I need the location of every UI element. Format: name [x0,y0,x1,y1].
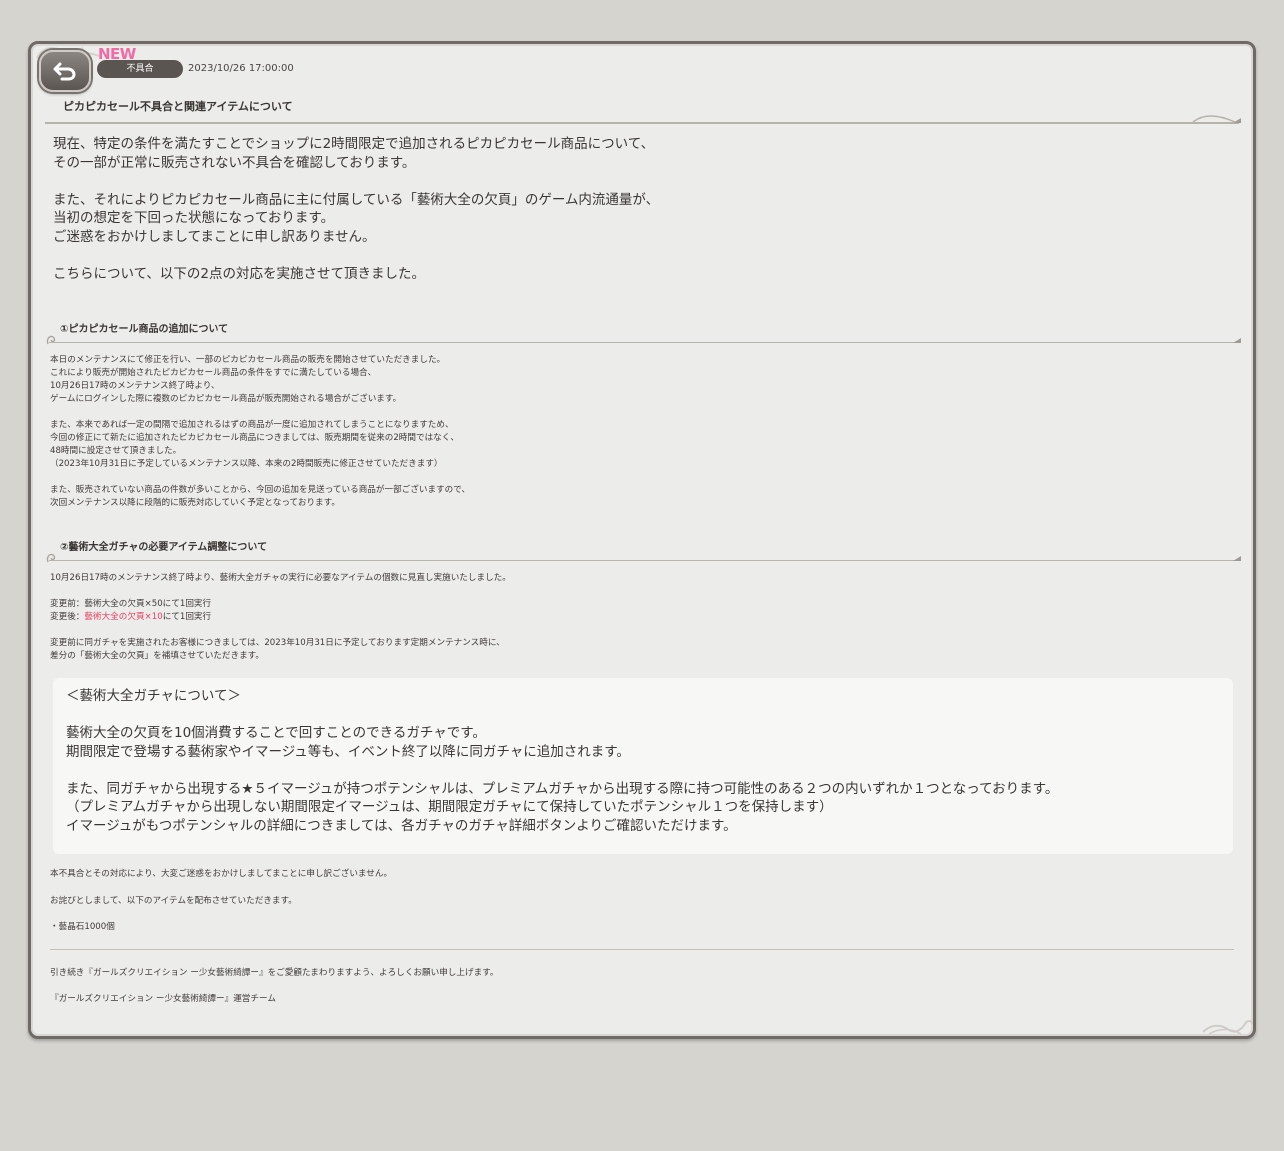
section1-heading: ①ピカピカセール商品の追加について [60,324,229,335]
section2-heading-ornament [46,553,56,563]
notice-panel: NEW 不具合 2023/10/26 17:00:00 ピカピカセール不具合と関… [28,41,1256,1039]
compensation-intro: お詫びとしまして、以下のアイテムを配布させていただきます。 [50,896,297,906]
closing-thanks: 引き続き『ガールズクリエイション ー少女藝術綺譚ー』をご愛顧たまわりますよう、よ… [50,968,499,978]
back-button[interactable] [39,50,91,92]
intro-text: 現在、特定の条件を満たすことでショップに2時間限定で追加されるピカピカセール商品… [53,136,660,282]
notice-title: ピカピカセール不具合と関連アイテムについて [63,100,293,113]
section1-heading-ornament [46,335,56,345]
back-arrow-icon [53,62,76,81]
apology-text: 本不具合とその対応により、大変ご迷惑をおかけしましてまことに申し訳ございません。 [50,869,393,879]
compensation-item: ・藝晶石1000個 [50,922,115,932]
section2-divider [49,556,1241,561]
section1-body: 本日のメンテナンスにて修正を行い、一部のピカピカセール商品の販売を開始させていた… [50,355,471,508]
team-signature: 『ガールズクリエイション ー少女藝術綺譚ー』運営チーム [50,994,276,1004]
section1-divider [49,338,1241,343]
closing-divider [50,949,1234,950]
gacha-info-box: ＜藝術大全ガチャについて＞ 藝術大全の欠頁を10個消費することで回すことのできる… [53,678,1233,854]
title-divider-ornament [1192,115,1236,123]
category-badge: 不具合 [97,60,183,78]
notice-date: 2023/10/26 17:00:00 [188,63,294,74]
title-divider [45,118,1241,124]
corner-ornament-bottom-right [1202,1020,1253,1035]
section2-body: 10月26日17時のメンテナンス終了時より、藝術大全ガチャの実行に必要なアイテム… [50,573,511,661]
section2-heading: ②藝術大全ガチャの必要アイテム調整について [60,542,268,553]
changed-value: 藝術大全の欠頁×10 [84,612,163,622]
